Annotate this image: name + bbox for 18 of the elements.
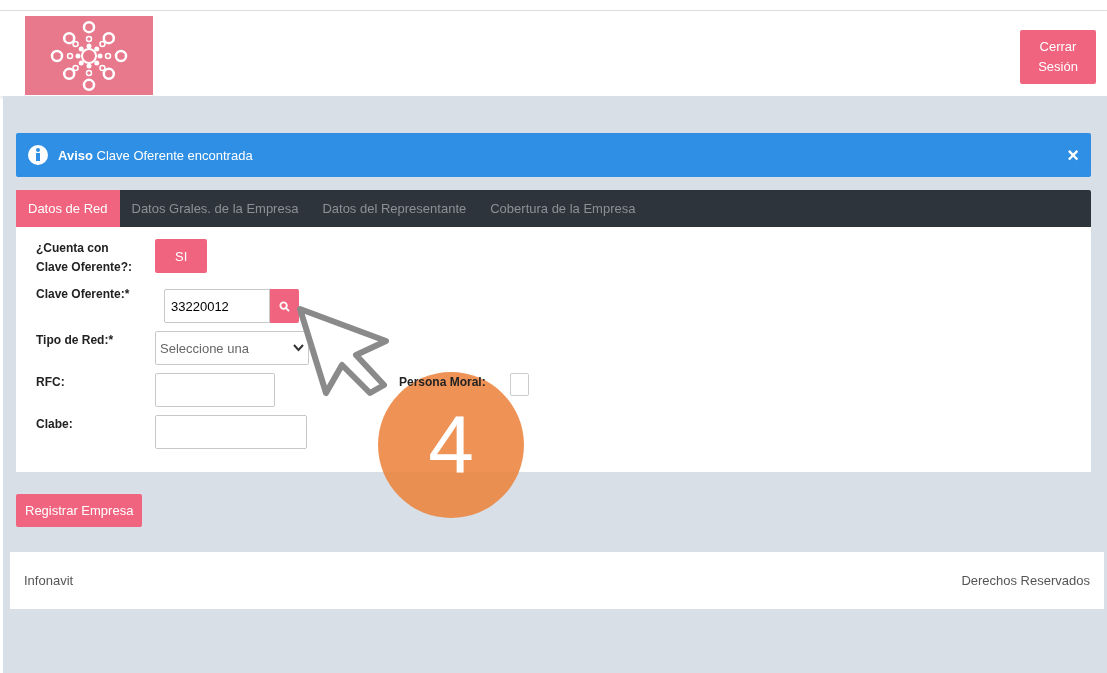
yes-button[interactable]: SI <box>155 239 208 273</box>
field-label: ¿Cuenta con Clave Oferente?: <box>36 240 134 276</box>
field-label: Tipo de Red:* <box>36 332 115 349</box>
footer-text: Derechos Reservados <box>961 573 1090 588</box>
field-label: Clave Oferente:* <box>36 286 131 303</box>
select-field[interactable]: Seleccione una <box>155 331 309 365</box>
input-field[interactable]: 33220012 <box>164 289 270 323</box>
tab[interactable]: Cobertura de la Empresa <box>478 190 648 227</box>
register-button[interactable]: Registrar Empresa <box>16 494 143 527</box>
field-label: RFC: <box>36 374 66 391</box>
close-button[interactable]: × <box>1067 143 1079 167</box>
alert-message: Aviso Clave Oferente encontrada <box>58 147 254 163</box>
field-label: Clabe: <box>36 416 74 433</box>
tab[interactable]: Datos de Red <box>16 190 120 227</box>
tab[interactable]: Datos del Representante <box>310 190 479 227</box>
logout-button[interactable]: Cerrar Sesión <box>1020 30 1096 84</box>
footer-text: Infonavit <box>24 573 74 588</box>
tab[interactable]: Datos Grales. de la Empresa <box>119 190 311 227</box>
